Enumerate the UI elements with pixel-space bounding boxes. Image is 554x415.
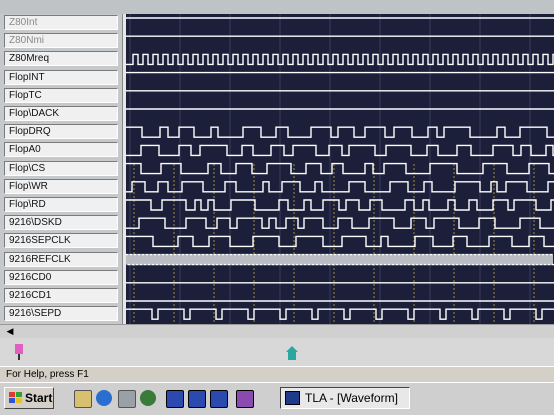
signal-row[interactable]: Flop\RD (0, 196, 122, 213)
signal-trace (126, 162, 554, 175)
start-button[interactable]: Start (4, 387, 54, 409)
signal-trace (126, 253, 554, 266)
signal-row[interactable]: Flop\DACK (0, 105, 122, 122)
waveform-svg (126, 14, 554, 324)
scroll-left-arrow-icon[interactable]: ◀ (4, 325, 16, 338)
status-help-text: For Help, press F1 (6, 369, 89, 380)
signal-label: 9216CD0 (4, 270, 118, 285)
media-icon[interactable] (140, 390, 156, 406)
task-tla-waveform[interactable]: TLA - [Waveform] (280, 387, 410, 409)
cursor-marker-icon[interactable] (14, 344, 24, 360)
cursor-marker-icon[interactable] (286, 346, 298, 362)
start-label: Start (25, 391, 53, 405)
tla-window-icon[interactable] (188, 390, 206, 408)
windows-logo-icon (9, 392, 22, 403)
taskbar: Start TLA - [Waveform] (0, 382, 554, 415)
signal-row[interactable]: 9216REFCLK (0, 251, 122, 268)
signal-trace (126, 235, 554, 248)
task-label: TLA - [Waveform] (305, 391, 398, 405)
signal-label: Z80Int (4, 15, 118, 30)
signal-row[interactable]: 9216\SEPD (0, 305, 122, 322)
signal-label: 9216\SEPD (4, 306, 118, 321)
signal-row[interactable]: Flop\CS (0, 160, 122, 177)
signal-row[interactable]: FlopINT (0, 69, 122, 86)
horizontal-scrollbar[interactable]: ◀ (0, 324, 554, 338)
cursor-ruler[interactable] (0, 338, 554, 366)
signal-label: FlopTC (4, 88, 118, 103)
signal-row[interactable]: 9216SEPCLK (0, 232, 122, 249)
signal-trace (126, 308, 554, 320)
signal-trace (126, 126, 554, 138)
signal-row[interactable]: FlopTC (0, 87, 122, 104)
internet-explorer-icon[interactable] (96, 390, 112, 406)
signal-row[interactable]: Z80Int (0, 14, 122, 31)
signal-label: Z80Mreq (4, 51, 118, 66)
signal-label: 9216REFCLK (4, 252, 118, 267)
signal-trace (126, 53, 554, 66)
signal-label: Flop\DACK (4, 106, 118, 121)
app-shortcut-icon[interactable] (236, 390, 254, 408)
signal-row[interactable]: FlopA0 (0, 141, 122, 158)
signal-label: Flop\WR (4, 179, 118, 194)
signal-label: Flop\CS (4, 161, 118, 176)
window-top-strip (0, 0, 554, 14)
tla-window-icon (285, 391, 300, 405)
signal-label: Z80Nmi (4, 33, 118, 48)
signal-trace (126, 217, 554, 229)
tla-app-icon[interactable] (166, 390, 184, 408)
signal-row[interactable]: Z80Mreq (0, 50, 122, 67)
signal-label: FlopINT (4, 70, 118, 85)
signal-trace (126, 199, 554, 211)
signal-row[interactable]: 9216CD0 (0, 269, 122, 286)
signal-row[interactable]: Flop\WR (0, 178, 122, 195)
signal-row[interactable]: 9216CD1 (0, 287, 122, 304)
signal-label: FlopA0 (4, 142, 118, 157)
waveform-display[interactable] (126, 14, 554, 324)
tla-window-icon[interactable] (210, 390, 228, 408)
signal-row[interactable]: 9216\DSKD (0, 214, 122, 231)
notepad-icon[interactable] (74, 390, 92, 408)
signal-row[interactable]: FlopDRQ (0, 123, 122, 140)
signal-label-column: Z80Int Z80Nmi Z80Mreq FlopINT FlopTC Flop\DAC… (0, 14, 122, 324)
signal-label: 9216\DSKD (4, 215, 118, 230)
signal-label: Flop\RD (4, 197, 118, 212)
signal-trace (126, 181, 554, 193)
signal-trace (126, 144, 554, 157)
signal-label: FlopDRQ (4, 124, 118, 139)
signal-label: 9216CD1 (4, 288, 118, 303)
tla-waveform-window: Z80Int Z80Nmi Z80Mreq FlopINT FlopTC Flop\DAC… (0, 0, 554, 415)
status-bar: For Help, press F1 (0, 366, 554, 382)
printer-icon[interactable] (118, 390, 136, 408)
signal-row[interactable]: Z80Nmi (0, 32, 122, 49)
signal-label: 9216SEPCLK (4, 233, 118, 248)
